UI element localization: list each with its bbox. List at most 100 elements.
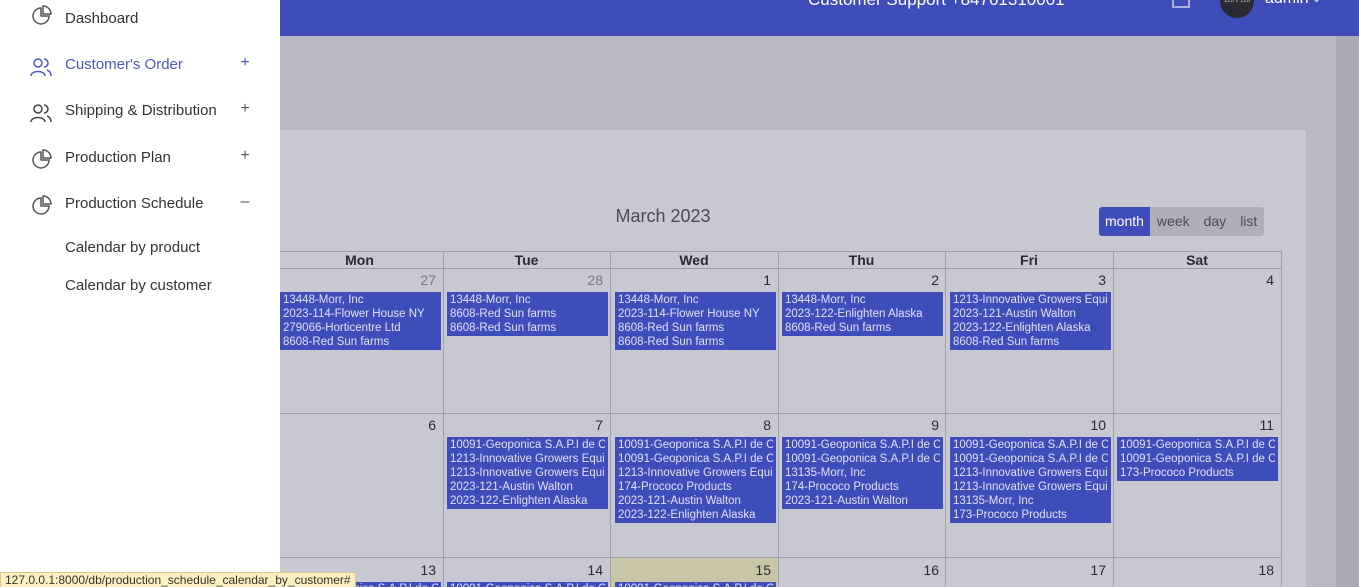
- day-number[interactable]: 4: [1234, 272, 1274, 288]
- day-events: 10091-Geoponica S.A.P.I de C 10091-Geopon…: [1117, 437, 1278, 481]
- day-events: 13448-Morr, Inc 2023-114-Flower House NY 8…: [615, 292, 776, 350]
- calendar-event[interactable]: 173-Prococo Products: [1120, 466, 1275, 480]
- calendar-event[interactable]: 1213-Innovative Growers Equi: [953, 293, 1108, 307]
- calendar-event[interactable]: 8608-Red Sun farms: [618, 335, 773, 349]
- expand-icon[interactable]: +: [239, 147, 251, 165]
- calendar-event[interactable]: 10091-Geoponica S.A.P.I de C: [450, 438, 605, 452]
- day-number[interactable]: 2: [899, 272, 939, 288]
- calendar-event[interactable]: 2023-121-Austin Walton: [953, 307, 1108, 321]
- sidebar-item-production-schedule[interactable]: Production Schedule –: [0, 186, 280, 222]
- calendar-event[interactable]: 13448-Morr, Inc: [618, 293, 773, 307]
- sidebar-item-production-plan[interactable]: Production Plan +: [0, 140, 280, 176]
- pie-chart-icon: [32, 195, 52, 215]
- day-events: 10091-Geoponica S.A.P.I de C 10091-Geopon…: [782, 437, 943, 509]
- sidebar-subitem-calendar-by-product[interactable]: Calendar by product: [65, 239, 200, 256]
- calendar-event[interactable]: 2023-122-Enlighten Alaska: [618, 508, 773, 522]
- calendar-event[interactable]: 10091-Geoponica S.A.P.I de C: [618, 438, 773, 452]
- sidebar-item-customers-order[interactable]: Customer's Order +: [0, 47, 280, 83]
- dow-header: Sat: [1186, 252, 1208, 268]
- view-week-button[interactable]: week: [1150, 207, 1197, 236]
- sidebar-item-dashboard[interactable]: Dashboard: [0, 0, 280, 36]
- calendar-event[interactable]: 2023-114-Flower House NY: [283, 307, 438, 321]
- page-background-edge: [1336, 36, 1359, 587]
- day-number[interactable]: 1: [731, 272, 771, 288]
- day-number[interactable]: 18: [1234, 562, 1274, 578]
- calendar-event[interactable]: 8608-Red Sun farms: [283, 335, 438, 349]
- calendar-event[interactable]: 1213-Innovative Growers Equi: [618, 466, 773, 480]
- calendar-event[interactable]: 10091-Geoponica S.A.P.I de C: [450, 582, 605, 587]
- dow-header: Tue: [514, 252, 539, 268]
- sidebar-item-shipping-distribution[interactable]: Shipping & Distribution +: [0, 93, 280, 129]
- calendar-title: March 2023: [615, 206, 711, 226]
- sidebar-item-label: Shipping & Distribution: [65, 102, 217, 119]
- collapse-icon[interactable]: –: [239, 193, 251, 211]
- day-number[interactable]: 10: [1066, 417, 1106, 433]
- day-number[interactable]: 8: [731, 417, 771, 433]
- day-number[interactable]: 7: [563, 417, 603, 433]
- view-month-button[interactable]: month: [1099, 207, 1150, 236]
- sidebar-item-label: Production Plan: [65, 149, 171, 166]
- day-number[interactable]: 9: [899, 417, 939, 433]
- calendar-event[interactable]: 10091-Geoponica S.A.P.I de C: [1120, 452, 1275, 466]
- sidebar-item-label: Customer's Order: [65, 56, 183, 73]
- calendar-event[interactable]: 10091-Geoponica S.A.P.I de C: [953, 438, 1108, 452]
- calendar-event[interactable]: 174-Prococo Products: [618, 480, 773, 494]
- day-number[interactable]: 6: [396, 417, 436, 433]
- calendar-event[interactable]: 10091-Geoponica S.A.P.I de C: [785, 452, 940, 466]
- calendar-event[interactable]: 2023-121-Austin Walton: [618, 494, 773, 508]
- calendar-event[interactable]: 279066-Horticentre Ltd: [283, 321, 438, 335]
- calendar-event[interactable]: 13135-Morr, Inc: [785, 466, 940, 480]
- day-events: 10091-Geoponica S.A.P.I de C: [615, 582, 776, 587]
- view-list-button[interactable]: list: [1233, 207, 1264, 236]
- calendar-event[interactable]: 10091-Geoponica S.A.P.I de C: [953, 452, 1108, 466]
- calendar-event[interactable]: 1213-Innovative Growers Equi: [953, 466, 1108, 480]
- day-number[interactable]: 27: [396, 272, 436, 288]
- sidebar-item-label: Production Schedule: [65, 195, 204, 212]
- calendar-event[interactable]: 1213-Innovative Growers Equi: [450, 452, 605, 466]
- calendar-event[interactable]: 8608-Red Sun farms: [618, 321, 773, 335]
- calendar-event[interactable]: 13448-Morr, Inc: [785, 293, 940, 307]
- day-number[interactable]: 13: [396, 562, 436, 578]
- day-number[interactable]: 15: [731, 562, 771, 578]
- calendar-event[interactable]: 8608-Red Sun farms: [953, 335, 1108, 349]
- calendar-event[interactable]: 10091-Geoponica S.A.P.I de C: [785, 438, 940, 452]
- calendar-event[interactable]: 10091-Geoponica S.A.P.I de C: [1120, 438, 1275, 452]
- day-number[interactable]: 14: [563, 562, 603, 578]
- calendar-event[interactable]: 10091-Geoponica S.A.P.I de C: [618, 582, 773, 587]
- chevron-down-icon[interactable]: ⌄: [1312, 0, 1321, 5]
- calendar-event[interactable]: 2023-121-Austin Walton: [450, 480, 605, 494]
- day-number[interactable]: 17: [1066, 562, 1106, 578]
- day-number[interactable]: 16: [899, 562, 939, 578]
- calendar-event[interactable]: 1213-Innovative Growers Equi: [450, 466, 605, 480]
- calendar-event[interactable]: 2023-122-Enlighten Alaska: [785, 307, 940, 321]
- calendar-event[interactable]: 2023-122-Enlighten Alaska: [953, 321, 1108, 335]
- expand-icon[interactable]: +: [239, 54, 251, 72]
- day-number[interactable]: 3: [1066, 272, 1106, 288]
- calendar-event[interactable]: 10091-Geoponica S.A.P.I de C: [618, 452, 773, 466]
- calendar-event[interactable]: 8608-Red Sun farms: [785, 321, 940, 335]
- calendar-event[interactable]: 2023-114-Flower House NY: [618, 307, 773, 321]
- calendar-event[interactable]: 8608-Red Sun farms: [450, 321, 605, 335]
- calendar-event[interactable]: 173-Prococo Products: [953, 508, 1108, 522]
- calendar-event[interactable]: 13135-Morr, Inc: [953, 494, 1108, 508]
- view-day-button[interactable]: day: [1197, 207, 1234, 236]
- avatar[interactable]: 128 x 128: [1220, 0, 1254, 18]
- expand-icon[interactable]: +: [239, 100, 251, 118]
- fullscreen-icon[interactable]: [1172, 0, 1190, 8]
- calendar-event[interactable]: 174-Prococo Products: [785, 480, 940, 494]
- calendar-event[interactable]: 8608-Red Sun farms: [450, 307, 605, 321]
- calendar-event[interactable]: 1213-Innovative Growers Equi: [953, 480, 1108, 494]
- calendar-event[interactable]: 2023-122-Enlighten Alaska: [450, 494, 605, 508]
- day-number[interactable]: 28: [563, 272, 603, 288]
- sidebar-subitem-calendar-by-customer[interactable]: Calendar by customer: [65, 277, 212, 294]
- user-name[interactable]: admin: [1265, 0, 1309, 8]
- day-events: 13448-Morr, Inc 8608-Red Sun farms 8608-Re…: [447, 292, 608, 336]
- day-events: 10091-Geoponica S.A.P.I de C 1213-Innovat…: [447, 437, 608, 509]
- day-number[interactable]: 11: [1234, 417, 1274, 433]
- pie-chart-icon: [32, 149, 52, 169]
- calendar-event[interactable]: 2023-121-Austin Walton: [785, 494, 940, 508]
- calendar-event[interactable]: 13448-Morr, Inc: [450, 293, 605, 307]
- dow-header: Thu: [848, 252, 875, 268]
- calendar-event[interactable]: 13448-Morr, Inc: [283, 293, 438, 307]
- day-events: 10091-Geoponica S.A.P.I de C 10091-Geopon…: [950, 437, 1111, 523]
